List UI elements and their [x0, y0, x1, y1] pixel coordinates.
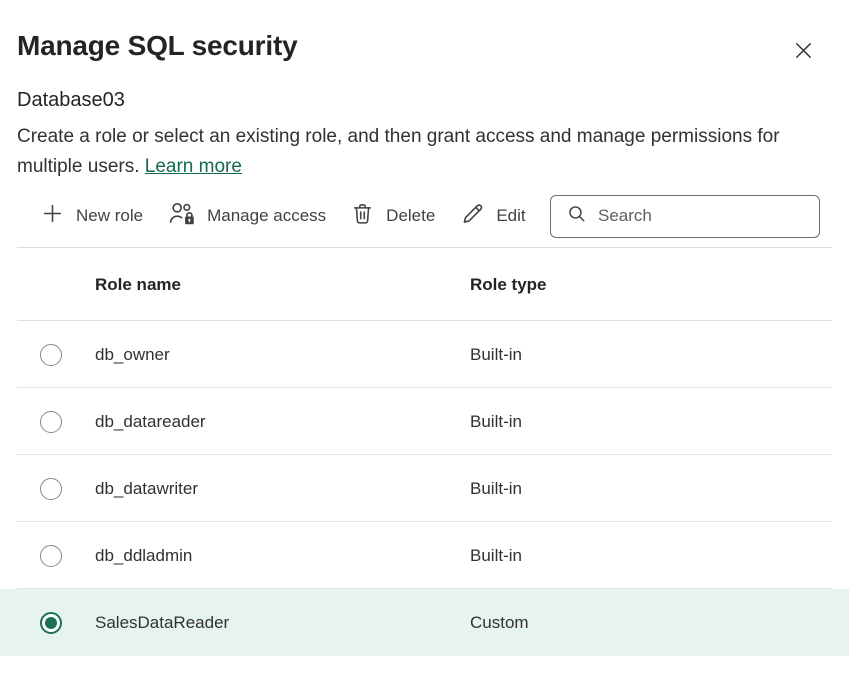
role-name-cell: db_datawriter	[95, 479, 470, 499]
trash-icon	[350, 201, 375, 231]
new-role-label: New role	[76, 206, 143, 226]
learn-more-link[interactable]: Learn more	[145, 156, 242, 177]
toolbar: New role Manage access	[17, 194, 832, 238]
search-box[interactable]	[550, 195, 820, 238]
dialog-title: Manage SQL security	[17, 30, 297, 62]
role-name-cell: db_datareader	[95, 412, 470, 432]
role-type-cell: Built-in	[470, 412, 849, 432]
manage-access-label: Manage access	[207, 206, 326, 226]
role-name-cell: db_owner	[95, 345, 470, 365]
column-header-role-type: Role type	[470, 275, 849, 295]
role-type-cell: Custom	[470, 613, 849, 633]
manage-access-button[interactable]: Manage access	[155, 194, 338, 238]
edit-label: Edit	[496, 206, 525, 226]
database-name: Database03	[0, 67, 849, 112]
dialog-header: Manage SQL security	[0, 0, 849, 67]
close-icon	[791, 51, 816, 66]
delete-label: Delete	[386, 206, 435, 226]
role-name-cell: db_ddladmin	[95, 546, 470, 566]
role-radio[interactable]	[40, 612, 62, 634]
close-button[interactable]	[787, 34, 820, 67]
edit-button[interactable]: Edit	[447, 194, 537, 238]
role-radio[interactable]	[40, 478, 62, 500]
people-lock-icon	[167, 201, 196, 232]
roles-table: Role name Role type db_owner Built-in db…	[0, 248, 849, 656]
role-radio[interactable]	[40, 545, 62, 567]
role-radio[interactable]	[40, 411, 62, 433]
table-row[interactable]: db_ddladmin Built-in	[0, 522, 849, 589]
plus-icon	[40, 201, 65, 231]
radio-dot	[45, 483, 57, 495]
table-body: db_owner Built-in db_datareader Built-in…	[0, 321, 849, 656]
role-type-cell: Built-in	[470, 546, 849, 566]
table-row[interactable]: db_owner Built-in	[0, 321, 849, 388]
role-name-cell: SalesDataReader	[95, 613, 470, 633]
radio-dot	[45, 617, 57, 629]
new-role-button[interactable]: New role	[17, 194, 155, 238]
description-text: Create a role or select an existing role…	[17, 126, 780, 177]
search-input[interactable]	[598, 206, 819, 226]
manage-sql-security-dialog: Manage SQL security Database03 Create a …	[0, 0, 849, 674]
search-icon	[566, 203, 588, 230]
table-row[interactable]: db_datareader Built-in	[0, 388, 849, 455]
column-header-role-name: Role name	[95, 275, 470, 295]
dialog-description: Create a role or select an existing role…	[0, 112, 832, 182]
delete-button[interactable]: Delete	[338, 194, 447, 238]
table-row[interactable]: db_datawriter Built-in	[0, 455, 849, 522]
role-type-cell: Built-in	[470, 345, 849, 365]
table-row[interactable]: SalesDataReader Custom	[0, 589, 849, 656]
role-radio[interactable]	[40, 344, 62, 366]
pencil-icon	[459, 201, 485, 232]
radio-dot	[45, 550, 57, 562]
radio-dot	[45, 349, 57, 361]
table-header-row: Role name Role type	[0, 248, 849, 321]
radio-dot	[45, 416, 57, 428]
role-type-cell: Built-in	[470, 479, 849, 499]
